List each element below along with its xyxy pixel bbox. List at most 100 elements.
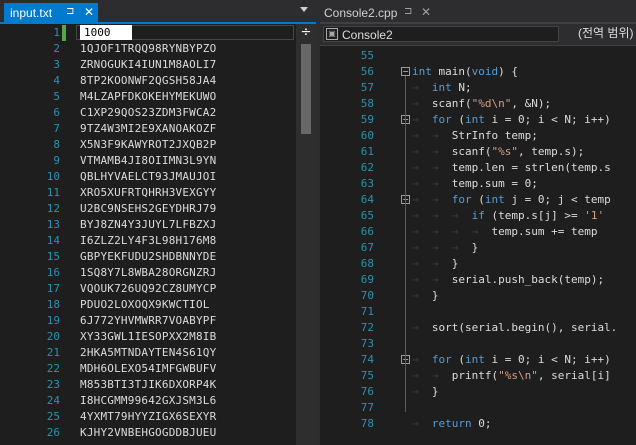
line-number: 16 — [46, 266, 60, 279]
code-line: → return 0; — [412, 416, 492, 432]
code-token: main( — [431, 65, 472, 78]
text-line: ZRNOGUKI4IUN1M8AOLI7 — [80, 58, 217, 71]
scrollbar-thumb[interactable] — [301, 44, 311, 134]
line-number: 23 — [46, 378, 60, 391]
line-number: 74 — [360, 353, 374, 366]
line-number: 10 — [46, 170, 60, 183]
code-token: "%s\n" — [498, 369, 538, 382]
text-line: XRO5XUFRTQHRH3VEXGYY — [80, 186, 217, 199]
text-line: 6J772YHVMWRR7VOABYPF — [80, 314, 217, 327]
line-number: 56 — [360, 65, 374, 78]
line-number: 57 — [360, 81, 374, 94]
text-line: 1QJOF1TRQQ98RYNBYPZO — [80, 42, 217, 55]
navigation-bar: ▣ Console2 (전역 범위) — [320, 24, 636, 46]
project-scope-dropdown[interactable]: ▣ Console2 — [323, 26, 559, 42]
text-line: PDUO2LOXOQX9KWCTIOL — [80, 298, 210, 311]
line-number: 18 — [46, 298, 60, 311]
code-token: int — [484, 193, 505, 206]
code-token: serial.push_back(temp); — [451, 273, 605, 286]
line-number: 1 — [53, 26, 60, 39]
function-scope-dropdown[interactable]: (전역 범위) — [562, 26, 636, 42]
code-token: int — [412, 65, 432, 78]
line-number: 8 — [53, 138, 60, 151]
code-token: void — [471, 65, 499, 78]
code-line: → → for (int j = 0; j < temp — [412, 192, 611, 208]
whitespace-marker: → → — [412, 369, 452, 382]
collapse-toggle-icon[interactable]: − — [401, 67, 410, 76]
code-line: → } — [412, 288, 439, 304]
code-token: , &N); — [511, 97, 552, 110]
line-number: 3 — [53, 58, 60, 71]
text-line: X5N3F9KAWYROT2JXQB2P — [80, 138, 217, 151]
code-token: ( — [451, 113, 465, 126]
line-number: 2 — [53, 42, 60, 55]
right-editor-pane: Console2.cpp ⊐ ✕ ▣ Console2 (전역 범위) 55 56… — [320, 0, 636, 445]
line-number: 25 — [46, 410, 60, 423]
tab-title: Console2.cpp — [324, 6, 398, 20]
whitespace-marker: → — [412, 289, 432, 302]
tab-console2-cpp[interactable]: Console2.cpp ⊐ ✕ — [320, 3, 440, 22]
text-line: U2BC9NSEHS2GEYDHRJ79 — [80, 202, 217, 215]
line-number: 24 — [46, 394, 60, 407]
code-token: if — [471, 209, 485, 222]
pin-icon[interactable]: ⊐ — [66, 6, 74, 17]
code-token: ( — [451, 353, 465, 366]
line-number: 61 — [360, 145, 374, 158]
text-line: MDH6OLEXO54IMFGWBUFV — [80, 362, 217, 375]
tab-overflow-chevron-down-icon[interactable] — [300, 7, 308, 12]
project-scope-label: Console2 — [342, 28, 393, 42]
code-token: } — [431, 385, 439, 398]
whitespace-marker: → — [412, 97, 432, 110]
code-token: ( — [471, 193, 485, 206]
whitespace-marker: → — [412, 321, 432, 334]
code-token: '1' — [584, 209, 605, 222]
line-number: 67 — [360, 241, 374, 254]
line-number: 58 — [360, 97, 374, 110]
code-area[interactable]: int main(void) {→ int N; → scanf("%d\n", … — [412, 46, 636, 445]
code-line: → → } — [412, 256, 458, 272]
whitespace-marker: → → — [412, 129, 452, 142]
pin-icon[interactable]: ⊐ — [404, 6, 412, 17]
line-number: 21 — [46, 346, 60, 359]
whitespace-marker: → — [412, 113, 432, 126]
selected-line-value[interactable]: 1000 — [80, 25, 132, 40]
tab-title: input.txt — [10, 6, 53, 20]
close-icon[interactable]: ✕ — [421, 5, 431, 19]
whitespace-marker: → → — [412, 257, 452, 270]
line-number: 13 — [46, 218, 60, 231]
line-number: 63 — [360, 177, 374, 190]
line-number: 69 — [360, 273, 374, 286]
line-number: 7 — [53, 122, 60, 135]
line-number: 59 — [360, 113, 374, 126]
code-token: i = 0; i < N; i++) — [484, 113, 611, 126]
code-line: → → StrInfo temp; — [412, 128, 538, 144]
line-number: 77 — [360, 401, 374, 414]
split-window-icon[interactable]: ÷ — [297, 25, 315, 40]
whitespace-marker: → — [412, 353, 432, 366]
text-line: 4YXMT79HYYZIGX6SEXYR — [80, 410, 217, 423]
text-line: I8HCGMM99642GXJSM3L6 — [80, 394, 217, 407]
code-token: (temp.s[j] >= — [484, 209, 585, 222]
line-number: 70 — [360, 289, 374, 302]
line-number: 6 — [53, 106, 60, 119]
right-tab-strip: Console2.cpp ⊐ ✕ — [320, 0, 636, 22]
code-token: scanf( — [451, 145, 492, 158]
cpp-project-icon: ▣ — [326, 28, 338, 40]
code-token: temp.len = strlen(temp.s — [451, 161, 611, 174]
whitespace-marker: → → → → — [412, 225, 492, 238]
line-number: 76 — [360, 385, 374, 398]
text-line: VQOUK726UQ92CZ8UMYCP — [80, 282, 217, 295]
whitespace-marker: → → → — [412, 209, 472, 222]
close-icon[interactable]: ✕ — [84, 5, 94, 19]
tab-input-txt[interactable]: input.txt ⊐ ✕ — [4, 3, 98, 22]
code-line: → → → → temp.sum += temp — [412, 224, 597, 240]
text-area[interactable]: 1QJOF1TRQQ98RYNBYPZO ZRNOGUKI4IUN1M8AOLI7… — [80, 24, 296, 445]
code-line: → → temp.len = strlen(temp.s — [412, 160, 611, 176]
code-line: → } — [412, 384, 439, 400]
line-number: 55 — [360, 49, 374, 62]
code-token: i = 0; i < N; i++) — [484, 353, 611, 366]
code-token: "%d\n" — [471, 97, 512, 110]
text-line: M4LZAPFDKOKEHYMEKUWO — [80, 90, 217, 103]
code-token: , temp.s); — [518, 145, 585, 158]
code-token: return — [431, 417, 472, 430]
